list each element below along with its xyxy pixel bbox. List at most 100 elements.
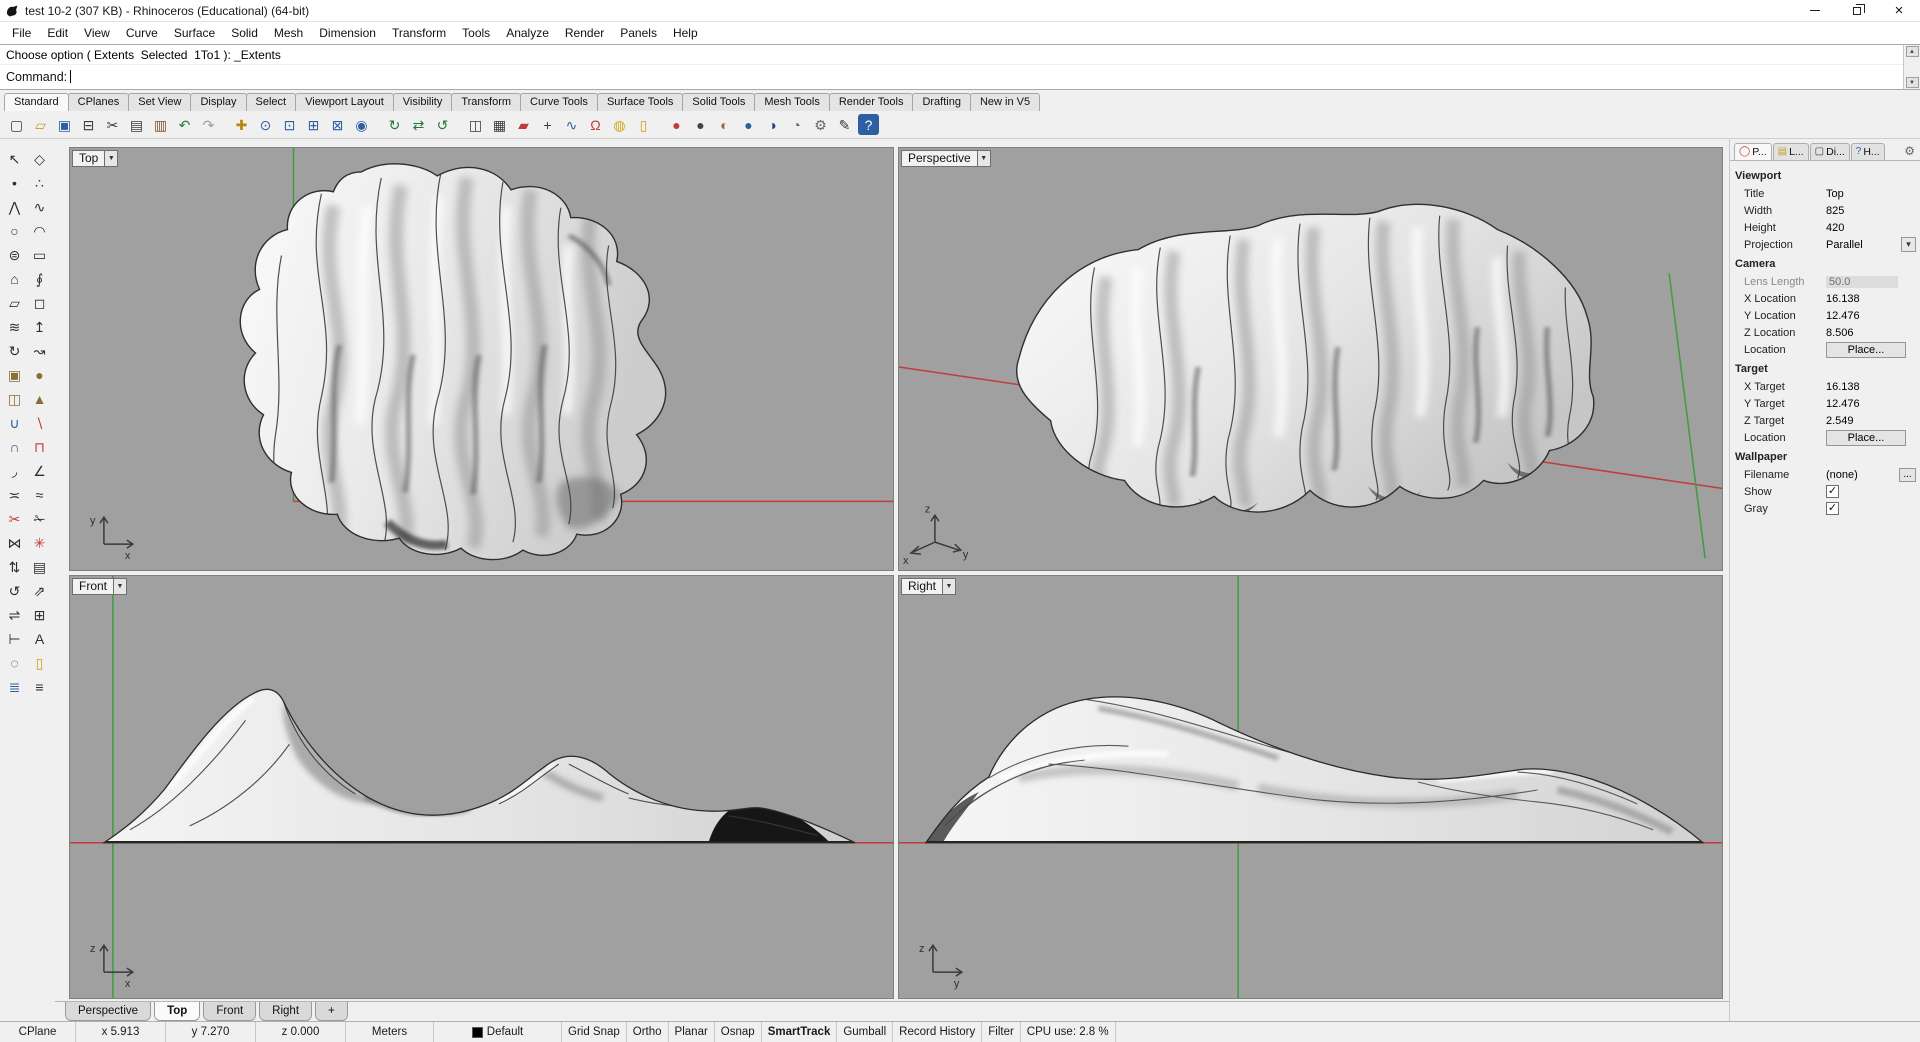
- viewport-menu-arrow-icon[interactable]: [942, 579, 956, 594]
- y-location-field[interactable]: 12.476: [1826, 310, 1916, 322]
- surface-corners-icon[interactable]: ◻: [28, 291, 51, 314]
- menu-item-analyze[interactable]: Analyze: [498, 24, 557, 42]
- command-input[interactable]: Command:: [0, 64, 1903, 89]
- viewport-tab-new[interactable]: +: [315, 1002, 348, 1021]
- viewport-layout-icon[interactable]: ◫: [465, 114, 486, 135]
- properties-icon[interactable]: ≡: [28, 675, 51, 698]
- toolbar-tab-viewport-layout[interactable]: Viewport Layout: [295, 93, 394, 111]
- viewport-tab-perspective[interactable]: Perspective: [65, 1002, 152, 1021]
- point-cloud-icon[interactable]: ∴: [28, 171, 51, 194]
- new-file-icon[interactable]: ▢: [6, 114, 27, 135]
- open-file-icon[interactable]: ▱: [30, 114, 51, 135]
- surface-plane-icon[interactable]: ▱: [3, 291, 26, 314]
- move-object-icon[interactable]: +: [537, 114, 558, 135]
- camera-place-button[interactable]: Place...: [1826, 341, 1906, 358]
- toolbar-tab-curve-tools[interactable]: Curve Tools: [520, 93, 598, 111]
- help-icon[interactable]: ?: [858, 114, 879, 135]
- trim-icon[interactable]: ✂: [3, 507, 26, 530]
- boolean-union-icon[interactable]: ∪: [3, 411, 26, 434]
- viewport-label-right[interactable]: Right: [901, 578, 957, 595]
- toolbar-tab-surface-tools[interactable]: Surface Tools: [596, 93, 684, 111]
- viewport-tab-top[interactable]: Top: [154, 1002, 201, 1021]
- toolbar-tab-transform[interactable]: Transform: [451, 93, 522, 111]
- viewport-label-front[interactable]: Front: [72, 578, 128, 595]
- menu-item-dimension[interactable]: Dimension: [311, 24, 384, 42]
- menu-item-view[interactable]: View: [76, 24, 118, 42]
- status-osnap[interactable]: Osnap: [715, 1022, 762, 1042]
- cone-icon[interactable]: ▲: [28, 387, 51, 410]
- status-cplane[interactable]: CPlane: [0, 1022, 76, 1042]
- blend-icon[interactable]: ≈: [28, 483, 51, 506]
- lock-toolbar-icon[interactable]: ▯: [633, 114, 654, 135]
- toolbar-tab-cplanes[interactable]: CPlanes: [67, 93, 130, 111]
- gray-checkbox[interactable]: [1826, 502, 1839, 515]
- circle-icon[interactable]: ○: [3, 219, 26, 242]
- checker-ball-icon[interactable]: ◔: [786, 114, 807, 135]
- status-ortho[interactable]: Ortho: [627, 1022, 669, 1042]
- viewport-top[interactable]: y x Top: [69, 147, 894, 571]
- toolbar-tab-mesh-tools[interactable]: Mesh Tools: [754, 93, 830, 111]
- status-units[interactable]: Meters: [346, 1022, 434, 1042]
- rhino-logo-icon[interactable]: [4, 3, 20, 19]
- status-smarttrack[interactable]: SmartTrack: [762, 1022, 838, 1042]
- print-icon[interactable]: ⊟: [78, 114, 99, 135]
- gear-icon[interactable]: ⚙: [810, 114, 831, 135]
- extrude-icon[interactable]: ↥: [28, 315, 51, 338]
- text-icon[interactable]: A: [28, 627, 51, 650]
- scale-icon[interactable]: ⇗: [28, 579, 51, 602]
- undo-icon[interactable]: ↶: [174, 114, 195, 135]
- polyline-icon[interactable]: ⋀: [3, 195, 26, 218]
- viewport-title-field[interactable]: Top: [1826, 188, 1916, 200]
- move-icon[interactable]: ⇅: [3, 555, 26, 578]
- viewport-right[interactable]: z y Right: [898, 575, 1723, 999]
- status-grid-snap[interactable]: Grid Snap: [562, 1022, 627, 1042]
- z-target-field[interactable]: 2.549: [1826, 415, 1916, 427]
- viewport-height-field[interactable]: 420: [1826, 222, 1916, 234]
- lock-icon[interactable]: ▯: [28, 651, 51, 674]
- viewport-label-top[interactable]: Top: [72, 150, 119, 167]
- panel-tab-layers[interactable]: ▤ L...: [1772, 143, 1809, 160]
- hide-icon[interactable]: ◌: [3, 651, 26, 674]
- status-filter[interactable]: Filter: [982, 1022, 1021, 1042]
- menu-item-render[interactable]: Render: [557, 24, 612, 42]
- sweep-icon[interactable]: ↝: [28, 339, 51, 362]
- redo-icon[interactable]: ↷: [198, 114, 219, 135]
- toolbar-tab-set-view[interactable]: Set View: [128, 93, 192, 111]
- x-target-field[interactable]: 16.138: [1826, 381, 1916, 393]
- menu-item-curve[interactable]: Curve: [118, 24, 166, 42]
- menu-item-file[interactable]: File: [4, 24, 39, 42]
- cut-icon[interactable]: ✂: [102, 114, 123, 135]
- array-icon[interactable]: ⊞: [28, 603, 51, 626]
- boolean-intersection-icon[interactable]: ∩: [3, 435, 26, 458]
- toolbar-tab-standard[interactable]: Standard: [4, 93, 69, 111]
- y-target-field[interactable]: 12.476: [1826, 398, 1916, 410]
- wallpaper-browse-button[interactable]: ...: [1899, 467, 1916, 482]
- menu-item-tools[interactable]: Tools: [454, 24, 498, 42]
- grid-table-icon[interactable]: ▦: [489, 114, 510, 135]
- pan-icon[interactable]: ✚: [231, 114, 252, 135]
- pencil-icon[interactable]: ✎: [834, 114, 855, 135]
- curve-tools-icon[interactable]: ∿: [561, 114, 582, 135]
- viewport-menu-arrow-icon[interactable]: [113, 579, 127, 594]
- minimize-button[interactable]: [1794, 0, 1836, 21]
- explode-icon[interactable]: ✳: [28, 531, 51, 554]
- toolbar-tab-visibility[interactable]: Visibility: [392, 93, 453, 111]
- scroll-up-icon[interactable]: [1905, 46, 1919, 57]
- globe-icon[interactable]: ●: [738, 114, 759, 135]
- render-icon[interactable]: ●: [666, 114, 687, 135]
- point-icon[interactable]: •: [3, 171, 26, 194]
- zoom-dynamic-icon[interactable]: ⊙: [255, 114, 276, 135]
- zoom-selected-icon[interactable]: ◉: [351, 114, 372, 135]
- pan-view-icon[interactable]: ⇄: [408, 114, 429, 135]
- osnap-magnet-icon[interactable]: Ω: [585, 114, 606, 135]
- cylinder-icon[interactable]: ◫: [3, 387, 26, 410]
- menu-item-mesh[interactable]: Mesh: [266, 24, 311, 42]
- z-location-field[interactable]: 8.506: [1826, 327, 1916, 339]
- panel-tab-properties[interactable]: ◯ P...: [1734, 143, 1772, 160]
- rotate-icon[interactable]: ↺: [3, 579, 26, 602]
- render-preview-icon[interactable]: ●: [690, 114, 711, 135]
- globe-dark-icon[interactable]: ◑: [762, 114, 783, 135]
- menu-item-edit[interactable]: Edit: [39, 24, 76, 42]
- sphere-icon[interactable]: ●: [28, 363, 51, 386]
- material-icon[interactable]: ◐: [714, 114, 735, 135]
